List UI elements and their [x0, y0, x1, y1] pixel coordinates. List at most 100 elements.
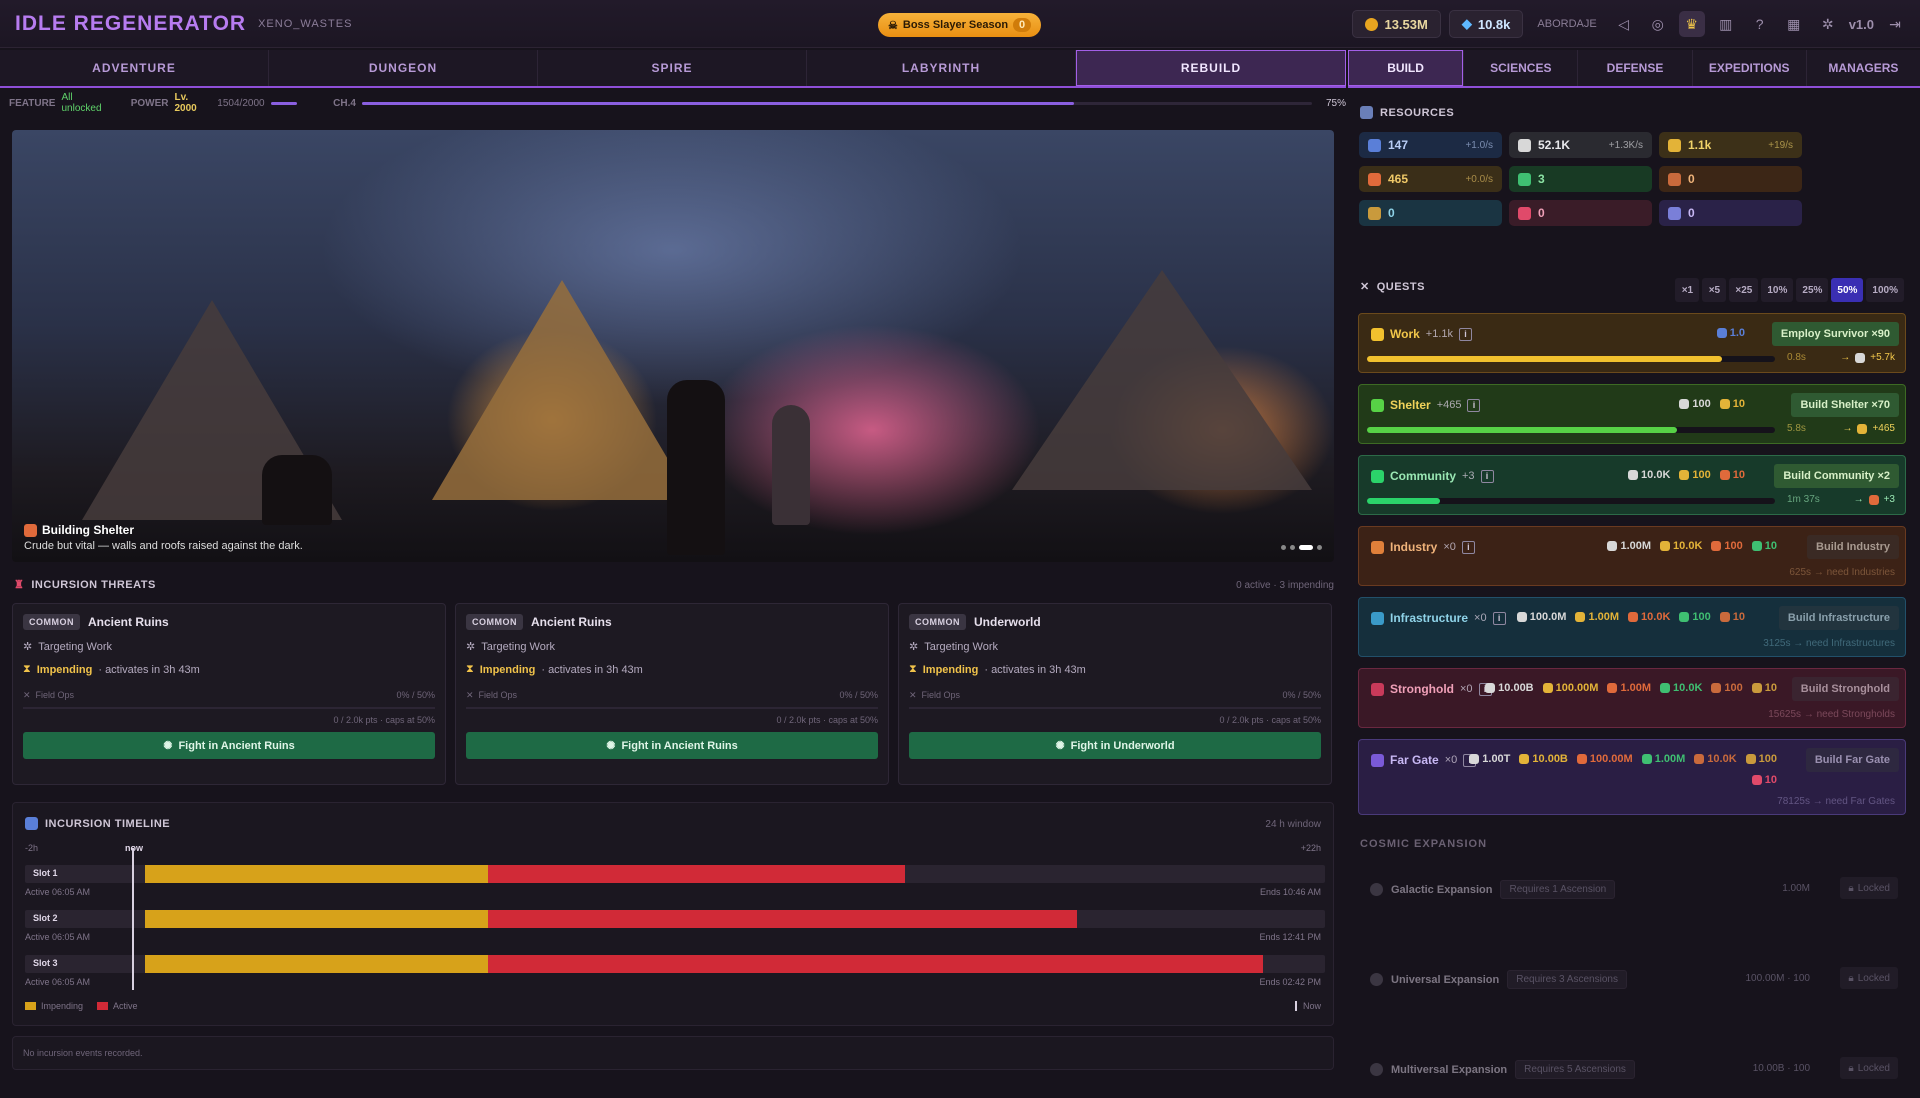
- cost-item: 10: [1719, 611, 1745, 623]
- arrow-icon: →: [1853, 494, 1864, 505]
- carousel-dots[interactable]: [1281, 545, 1322, 550]
- tab-spire[interactable]: SPIRE: [538, 50, 807, 86]
- carousel-dot-active[interactable]: [1299, 545, 1313, 550]
- threat-name: Ancient Ruins: [531, 615, 612, 629]
- locked-button[interactable]: 🔒︎ Locked: [1840, 1057, 1898, 1079]
- tab-defense[interactable]: DEFENSE: [1577, 50, 1692, 86]
- carousel-dot[interactable]: [1317, 545, 1322, 550]
- quest-build-button[interactable]: Build Far Gate: [1805, 748, 1899, 772]
- multiplier-option[interactable]: 25%: [1796, 278, 1829, 302]
- info-icon[interactable]: i: [1461, 540, 1475, 554]
- chart-icon: [1360, 106, 1373, 119]
- resource-chip[interactable]: 147 +1.0/s: [1359, 132, 1502, 158]
- tab-managers[interactable]: MANAGERS: [1805, 50, 1920, 86]
- tent-center: [432, 280, 692, 500]
- power-bar: [270, 101, 298, 105]
- multiplier-option[interactable]: ×5: [1702, 278, 1727, 302]
- resource-chip[interactable]: 0: [1359, 200, 1502, 226]
- tab-labyrinth[interactable]: LABYRINTH: [807, 50, 1076, 86]
- cost-icon: [1751, 775, 1762, 785]
- timeline-header: INCURSION TIMELINE: [25, 817, 170, 830]
- sound-icon[interactable]: ◁: [1611, 11, 1637, 37]
- field-ops-percent: 0% / 50%: [1282, 690, 1321, 700]
- quest-row: Shelter +465 i 100 10 Build Shelter ×70 5.8…: [1358, 384, 1906, 444]
- carousel-dot[interactable]: [1290, 545, 1295, 550]
- resource-chip[interactable]: 1.1k +19/s: [1659, 132, 1802, 158]
- cosmic-row: Multiversal Expansion Requires 5 Ascensio…: [1358, 1048, 1906, 1098]
- skull-icon: ☠: [888, 19, 898, 32]
- threat-target: Targeting Work: [924, 640, 998, 653]
- fight-button[interactable]: ✺ Fight in Ancient Ruins: [466, 732, 878, 759]
- multiplier-option[interactable]: 100%: [1866, 278, 1904, 302]
- quest-build-button[interactable]: Build Stronghold: [1791, 677, 1899, 701]
- info-icon[interactable]: i: [1480, 469, 1494, 483]
- settings-icon[interactable]: ✲: [1815, 11, 1841, 37]
- cosmic-cost: 1.00M: [1782, 883, 1810, 894]
- resource-chip[interactable]: 3: [1509, 166, 1652, 192]
- chapter-progress-bar: [361, 101, 1312, 105]
- cost-item: 100: [1711, 540, 1743, 552]
- tab-dungeon[interactable]: DUNGEON: [269, 50, 538, 86]
- resource-chip[interactable]: 0: [1659, 200, 1802, 226]
- cost-icon: [1641, 754, 1652, 764]
- resource-value: 1.1k: [1688, 138, 1712, 152]
- trophy-icon[interactable]: ♛: [1678, 11, 1705, 37]
- quest-icon: [1371, 327, 1384, 341]
- resource-chip[interactable]: 0: [1509, 200, 1652, 226]
- resource-chip[interactable]: 52.1K +1.3K/s: [1509, 132, 1652, 158]
- quest-build-button[interactable]: Employ Survivor ×90: [1771, 322, 1899, 346]
- tab-sciences[interactable]: SCIENCES: [1463, 50, 1578, 86]
- info-icon[interactable]: i: [1492, 611, 1506, 625]
- resource-chip[interactable]: 0: [1659, 166, 1802, 192]
- cosmic-cost: 10.00B · 100: [1752, 1063, 1810, 1074]
- locked-button[interactable]: 🔒︎ Locked: [1840, 877, 1898, 899]
- cost-icon: [1469, 754, 1480, 764]
- multiplier-selector: ×1 ×5 ×25 10% 25% 50% 100%: [1675, 278, 1904, 302]
- quest-progress-bar: [1367, 498, 1775, 504]
- legend-swatch-impending: [25, 1002, 36, 1010]
- multiplier-option[interactable]: 50%: [1831, 278, 1864, 302]
- threat-status: Impending: [479, 663, 536, 676]
- resource-chip[interactable]: 465 +0.0/s: [1359, 166, 1502, 192]
- chapter-progress-fill: [361, 101, 1075, 105]
- hourglass-icon: ⧗: [909, 663, 917, 675]
- quest-build-button[interactable]: Build Community ×2: [1774, 464, 1899, 488]
- timeline-start: -2h: [25, 843, 39, 853]
- tab-expeditions[interactable]: EXPEDITIONS: [1691, 50, 1806, 86]
- carousel-dot[interactable]: [1281, 545, 1286, 550]
- locked-button[interactable]: 🔒︎ Locked: [1840, 967, 1898, 989]
- quest-build-button[interactable]: Build Shelter ×70: [1791, 393, 1899, 417]
- season-badge[interactable]: ☠ Boss Slayer Season 0: [878, 13, 1042, 37]
- globe-icon[interactable]: ◎: [1645, 11, 1671, 37]
- gem-counter[interactable]: ◆ 10.8k: [1448, 10, 1524, 38]
- cost-icon: [1519, 754, 1530, 764]
- multiplier-option[interactable]: ×25: [1729, 278, 1759, 302]
- help-icon[interactable]: ?: [1747, 11, 1773, 37]
- fight-button[interactable]: ✺ Fight in Ancient Ruins: [23, 732, 435, 759]
- tab-adventure[interactable]: ADVENTURE: [0, 50, 269, 86]
- quest-build-button[interactable]: Build Infrastructure: [1778, 606, 1899, 630]
- info-icon[interactable]: i: [1459, 327, 1473, 341]
- logout-icon[interactable]: ⇥: [1882, 11, 1908, 37]
- resource-value: 465: [1388, 172, 1409, 186]
- threat-points: 0 / 2.0k pts · caps at 50%: [1219, 715, 1321, 725]
- gold-counter[interactable]: 13.53M: [1352, 10, 1441, 38]
- cost-icon: [1719, 612, 1730, 622]
- cost-value: 10: [1764, 774, 1777, 786]
- calendar-icon[interactable]: ▦: [1781, 11, 1807, 37]
- cost-value: 100: [1758, 753, 1777, 765]
- resource-icon: [1518, 138, 1531, 152]
- cost-item: 10.0K: [1694, 753, 1737, 765]
- fight-button[interactable]: ✺ Fight in Underworld: [909, 732, 1321, 759]
- multiplier-option[interactable]: 10%: [1761, 278, 1794, 302]
- library-icon[interactable]: ▥: [1713, 11, 1739, 37]
- cosmic-icon: [1370, 883, 1383, 896]
- info-icon[interactable]: i: [1467, 398, 1481, 412]
- multiplier-option[interactable]: ×1: [1675, 278, 1700, 302]
- quest-count: ×0: [1443, 541, 1456, 553]
- tab-rebuild[interactable]: REBUILD: [1076, 50, 1346, 86]
- hero-illustration: Building Shelter Crude but vital — walls…: [12, 130, 1334, 562]
- field-ops-label: Field Ops: [35, 690, 75, 700]
- quest-build-button[interactable]: Build Industry: [1807, 535, 1899, 559]
- tab-build[interactable]: BUILD: [1348, 50, 1464, 86]
